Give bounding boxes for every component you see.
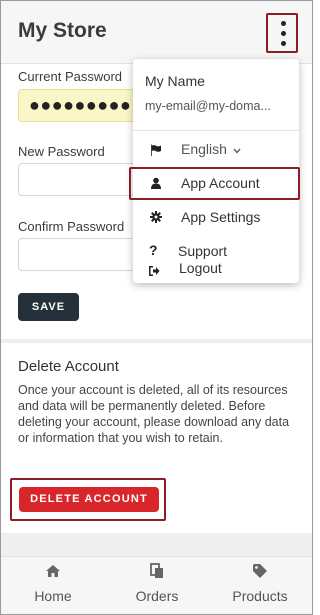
orders-icon (150, 563, 163, 578)
tab-orders[interactable]: Orders (105, 557, 209, 614)
kebab-dot-icon (281, 41, 286, 46)
home-icon (46, 565, 60, 577)
tab-home[interactable]: Home (1, 557, 105, 614)
tab-label: Orders (135, 588, 179, 604)
tab-label: Products (232, 588, 288, 604)
gear-icon (150, 211, 162, 223)
language-label: English (181, 141, 227, 157)
app-account-highlight (129, 167, 300, 200)
menu-divider (133, 130, 299, 131)
logout-icon (149, 266, 160, 276)
confirm-password-label: Confirm Password (18, 219, 125, 234)
delete-account-card: Delete Account Once your account is dele… (1, 343, 312, 533)
menu-item-label: App Settings (181, 209, 261, 225)
menu-item-label: Logout (179, 260, 222, 276)
app-frame: My Store Current Password ●●●●●●●●●●● Ne… (0, 0, 313, 615)
delete-account-title: Delete Account (18, 358, 119, 375)
bottom-tab-bar: Home Orders Products (1, 556, 312, 614)
chevron-down-icon (233, 148, 241, 154)
language-selector[interactable]: English (133, 139, 299, 161)
save-button[interactable]: SAVE (18, 293, 79, 321)
account-dropdown-menu: My Name my-email@my-doma... English App … (129, 59, 300, 283)
delete-account-button[interactable]: DELETE ACCOUNT (19, 487, 159, 512)
menu-item-logout[interactable]: Logout (133, 260, 299, 283)
kebab-dot-icon (281, 31, 286, 36)
menu-item-label: Support (178, 243, 228, 259)
user-email: my-email@my-doma... (145, 99, 271, 113)
delete-button-highlight: DELETE ACCOUNT (10, 478, 166, 521)
user-name: My Name (145, 73, 205, 89)
new-password-label: New Password (18, 144, 105, 159)
tab-label: Home (34, 588, 72, 604)
more-menu-button[interactable] (266, 13, 298, 53)
flag-icon (151, 144, 161, 156)
current-password-label: Current Password (18, 69, 123, 84)
tag-icon (253, 564, 267, 578)
page-title: My Store (18, 19, 107, 42)
app-header: My Store (1, 1, 312, 64)
menu-item-app-settings[interactable]: App Settings (133, 207, 299, 229)
delete-account-description: Once your account is deleted, all of its… (18, 383, 290, 445)
tab-products[interactable]: Products (208, 557, 312, 614)
kebab-dot-icon (281, 21, 286, 26)
question-icon: ? (149, 242, 158, 258)
